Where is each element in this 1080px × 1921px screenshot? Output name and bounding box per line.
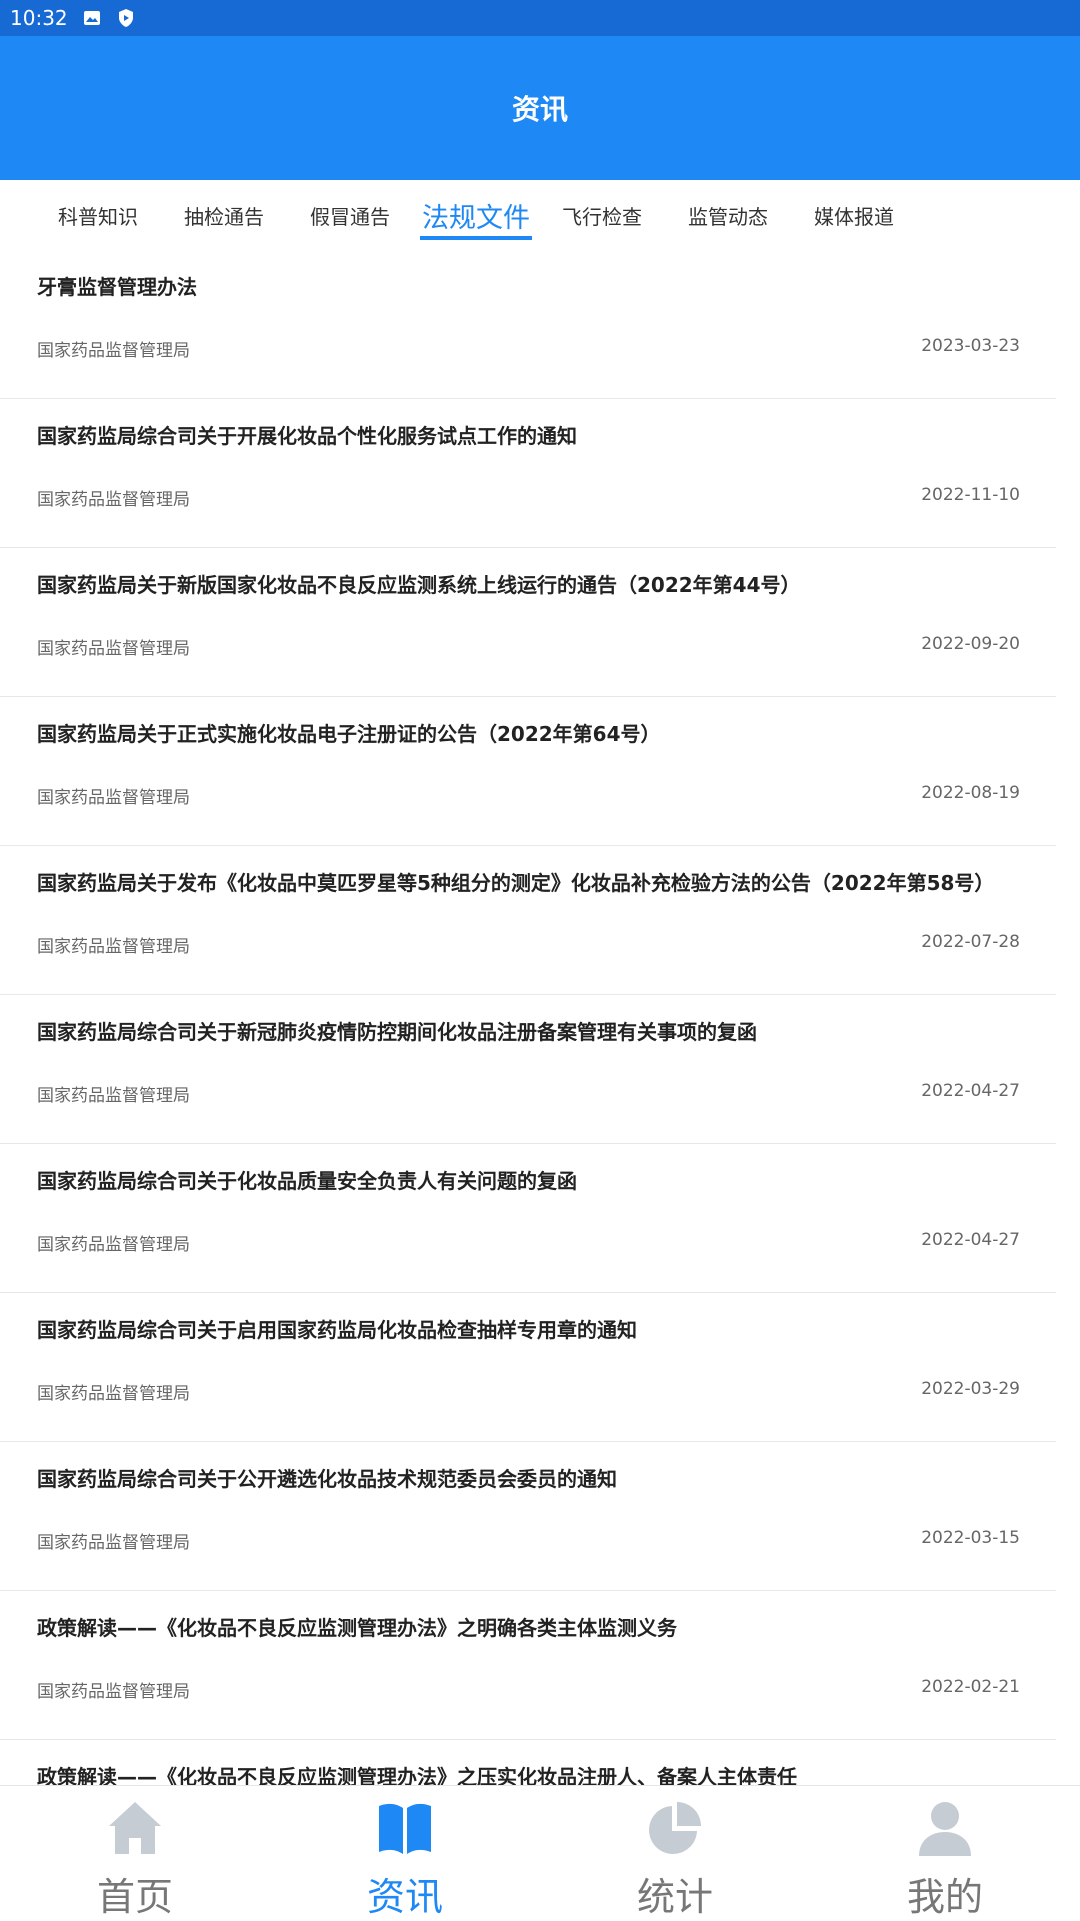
tab-label: 监管动态 — [688, 204, 768, 229]
image-icon — [82, 8, 102, 28]
article-title: 国家药监局综合司关于开展化妆品个性化服务试点工作的通知 — [37, 424, 577, 448]
list-item[interactable]: 国家药监局综合司关于开展化妆品个性化服务试点工作的通知 国家药品监督管理局 20… — [0, 399, 1056, 548]
status-bar: 10:32 — [0, 0, 1080, 36]
list-item[interactable]: 牙膏监督管理办法 国家药品监督管理局 2023-03-23 — [0, 250, 1056, 399]
list-item[interactable]: 国家药监局关于正式实施化妆品电子注册证的公告（2022年第64号） 国家药品监督… — [0, 697, 1056, 846]
nav-label: 资讯 — [366, 1875, 443, 1919]
tab-label: 假冒通告 — [310, 204, 390, 229]
article-source: 国家药品监督管理局 — [37, 1235, 190, 1255]
list-item[interactable]: 国家药监局综合司关于公开遴选化妆品技术规范委员会委员的通知 国家药品监督管理局 … — [0, 1442, 1056, 1591]
tab-counterfeit[interactable]: 假冒通告 — [292, 180, 408, 250]
article-title: 国家药监局综合司关于启用国家药监局化妆品检查抽样专用章的通知 — [37, 1318, 637, 1342]
tab-label: 飞行检查 — [562, 204, 642, 229]
article-date: 2022-07-28 — [921, 932, 1020, 952]
article-date: 2022-02-21 — [921, 1677, 1020, 1697]
article-title: 国家药监局综合司关于公开遴选化妆品技术规范委员会委员的通知 — [37, 1467, 617, 1491]
category-tabs: 科普知识 抽检通告 假冒通告 法规文件 飞行检查 监管动态 媒体报道 — [0, 180, 1080, 250]
list-item[interactable]: 政策解读——《化妆品不良反应监测管理办法》之明确各类主体监测义务 国家药品监督管… — [0, 1591, 1056, 1740]
tab-label: 媒体报道 — [814, 204, 894, 229]
article-title: 国家药监局综合司关于新冠肺炎疫情防控期间化妆品注册备案管理有关事项的复函 — [37, 1020, 757, 1044]
article-title: 国家药监局综合司关于化妆品质量安全负责人有关问题的复函 — [37, 1169, 577, 1193]
pie-chart-icon — [645, 1798, 705, 1858]
nav-label: 统计 — [636, 1875, 713, 1919]
article-date: 2022-04-27 — [921, 1081, 1020, 1101]
list-item[interactable]: 政策解读——《化妆品不良反应监测管理办法》之压实化妆品注册人、备案人主体责任 — [0, 1740, 1056, 1785]
article-source: 国家药品监督管理局 — [37, 1682, 190, 1702]
nav-profile[interactable]: 我的 — [810, 1786, 1080, 1921]
article-date: 2022-03-29 — [921, 1379, 1020, 1399]
article-title: 国家药监局关于正式实施化妆品电子注册证的公告（2022年第64号） — [37, 722, 661, 746]
article-source: 国家药品监督管理局 — [37, 1086, 190, 1106]
article-date: 2022-08-19 — [921, 783, 1020, 803]
tab-label: 抽检通告 — [184, 204, 264, 229]
list-item[interactable]: 国家药监局综合司关于启用国家药监局化妆品检查抽样专用章的通知 国家药品监督管理局… — [0, 1293, 1056, 1442]
article-title: 国家药监局关于新版国家化妆品不良反应监测系统上线运行的通告（2022年第44号） — [37, 573, 801, 597]
nav-news[interactable]: 资讯 — [270, 1786, 540, 1921]
tab-media[interactable]: 媒体报道 — [796, 180, 912, 250]
nav-label: 首页 — [96, 1875, 173, 1919]
shield-play-icon — [116, 8, 136, 28]
article-title: 国家药监局关于发布《化妆品中莫匹罗星等5种组分的测定》化妆品补充检验方法的公告（… — [37, 871, 995, 895]
article-date: 2022-04-27 — [921, 1230, 1020, 1250]
nav-home[interactable]: 首页 — [0, 1786, 270, 1921]
page-title: 资讯 — [511, 93, 568, 126]
article-source: 国家药品监督管理局 — [37, 937, 190, 957]
article-date: 2022-09-20 — [921, 634, 1020, 654]
article-source: 国家药品监督管理局 — [37, 639, 190, 659]
status-time: 10:32 — [10, 6, 68, 30]
home-icon — [105, 1798, 165, 1858]
list-item[interactable]: 国家药监局综合司关于化妆品质量安全负责人有关问题的复函 国家药品监督管理局 20… — [0, 1144, 1056, 1293]
book-icon — [375, 1798, 435, 1858]
article-source: 国家药品监督管理局 — [37, 1384, 190, 1404]
tab-inspection[interactable]: 抽检通告 — [166, 180, 282, 250]
article-date: 2022-03-15 — [921, 1528, 1020, 1548]
article-source: 国家药品监督管理局 — [37, 341, 190, 361]
article-list: 牙膏监督管理办法 国家药品监督管理局 2023-03-23 国家药监局综合司关于… — [0, 250, 1080, 1785]
bottom-nav: 首页 资讯 统计 我的 — [0, 1785, 1080, 1921]
list-item[interactable]: 国家药监局关于发布《化妆品中莫匹罗星等5种组分的测定》化妆品补充检验方法的公告（… — [0, 846, 1056, 995]
tab-label: 法规文件 — [422, 202, 530, 234]
article-title: 政策解读——《化妆品不良反应监测管理办法》之压实化妆品注册人、备案人主体责任 — [37, 1765, 797, 1785]
article-date: 2022-11-10 — [921, 485, 1020, 505]
tab-supervision[interactable]: 监管动态 — [670, 180, 786, 250]
list-item[interactable]: 国家药监局综合司关于新冠肺炎疫情防控期间化妆品注册备案管理有关事项的复函 国家药… — [0, 995, 1056, 1144]
article-title: 牙膏监督管理办法 — [37, 275, 197, 299]
tab-regulations[interactable]: 法规文件 — [420, 180, 532, 250]
tab-science[interactable]: 科普知识 — [40, 180, 156, 250]
nav-label: 我的 — [906, 1875, 983, 1919]
list-item[interactable]: 国家药监局关于新版国家化妆品不良反应监测系统上线运行的通告（2022年第44号）… — [0, 548, 1056, 697]
app-header: 资讯 — [0, 36, 1080, 180]
article-source: 国家药品监督管理局 — [37, 788, 190, 808]
article-source: 国家药品监督管理局 — [37, 1533, 190, 1553]
article-date: 2023-03-23 — [921, 336, 1020, 356]
article-title: 政策解读——《化妆品不良反应监测管理办法》之明确各类主体监测义务 — [37, 1616, 677, 1640]
tab-label: 科普知识 — [58, 204, 138, 229]
article-source: 国家药品监督管理局 — [37, 490, 190, 510]
nav-stats[interactable]: 统计 — [540, 1786, 810, 1921]
user-icon — [915, 1798, 975, 1858]
tab-flight-check[interactable]: 飞行检查 — [544, 180, 660, 250]
active-tab-indicator — [420, 236, 532, 240]
